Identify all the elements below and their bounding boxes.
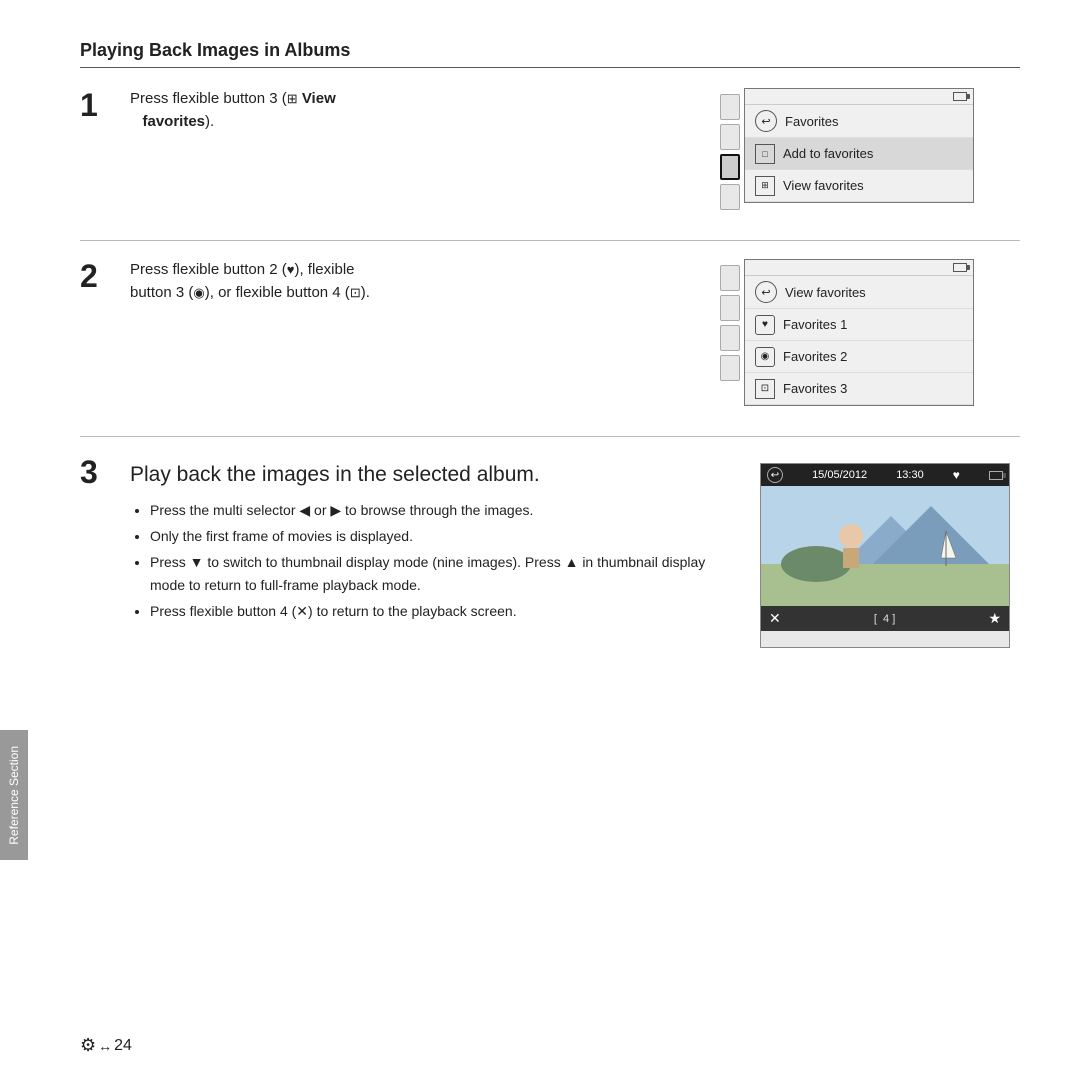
back-icon: ↩ xyxy=(755,110,777,132)
preview-battery xyxy=(989,471,1003,480)
lcd2-fav2-label: Favorites 2 xyxy=(783,349,847,364)
preview-header: ↩ 15/05/2012 13:30 ♥ xyxy=(761,464,1009,486)
footer-page-number: 24 xyxy=(114,1037,132,1055)
cam2-btn-3 xyxy=(720,325,740,351)
step-3: 3 Play back the images in the selected a… xyxy=(80,455,1020,648)
step-1-camera: ↩ Favorites □ Add to favorites ⊞ View fa… xyxy=(720,88,1020,210)
bullet-3-text: Press ▼ to switch to thumbnail display m… xyxy=(150,554,705,594)
bullet-1: Press the multi selector ◀ or ▶ to brows… xyxy=(150,499,740,523)
cam2-btn-4 xyxy=(720,355,740,381)
preview-frame-info: [ 4 ] xyxy=(874,613,895,625)
add-fav-icon: □ xyxy=(755,144,775,164)
cam-btn-3-active xyxy=(720,154,740,180)
step-1-content: Press flexible button 3 (⊞ View favorite… xyxy=(130,88,720,133)
bullet-4-text: Press flexible button 4 (✕) to return to… xyxy=(150,603,517,619)
step-2-lcd: ↩ View favorites ♥ Favorites 1 ◉ Favorit… xyxy=(744,259,974,406)
icon-fav4: ⊡ xyxy=(350,285,361,300)
page-title: Playing Back Images in Albums xyxy=(80,40,1020,61)
step-3-content: Play back the images in the selected alb… xyxy=(130,455,1020,648)
divider-1 xyxy=(80,240,1020,241)
step-2-content: Press flexible button 2 (♥), flexible bu… xyxy=(130,259,720,304)
step-1-number: 1 xyxy=(80,88,120,123)
lcd1-view-fav: ⊞ View favorites xyxy=(745,170,973,202)
bullet-4: Press flexible button 4 (✕) to return to… xyxy=(150,600,740,624)
step-2-buttons xyxy=(720,265,740,381)
step-2-text: Press flexible button 2 (♥), flexible bu… xyxy=(130,259,720,304)
bullet-1-text: Press the multi selector ◀ or ▶ to brows… xyxy=(150,502,533,518)
page-container: Reference Section Playing Back Images in… xyxy=(0,0,1080,1080)
lcd2-fav1-label: Favorites 1 xyxy=(783,317,847,332)
lcd1-back-item: ↩ Favorites xyxy=(745,105,973,138)
bullet-2-text: Only the first frame of movies is displa… xyxy=(150,528,413,544)
lcd2-back-item: ↩ View favorites xyxy=(745,276,973,309)
preview-fav-icon: ♥ xyxy=(953,468,960,482)
icon-circle-dot: ◉ xyxy=(193,285,204,300)
preview-svg xyxy=(761,486,1009,606)
icon-heart: ♥ xyxy=(287,262,295,277)
step-2: 2 Press flexible button 2 (♥), flexible … xyxy=(80,259,1020,406)
lcd2-fav1: ♥ Favorites 1 xyxy=(745,309,973,341)
cam-btn-1 xyxy=(720,94,740,120)
step-2-camera: ↩ View favorites ♥ Favorites 1 ◉ Favorit… xyxy=(720,259,1020,406)
step-1-text: Press flexible button 3 (⊞ View favorite… xyxy=(130,88,720,133)
step-3-left: Play back the images in the selected alb… xyxy=(130,463,760,626)
divider-2 xyxy=(80,436,1020,437)
lcd2-fav3-label: Favorites 3 xyxy=(783,381,847,396)
step-3-number: 3 xyxy=(80,455,120,490)
step-1-screen-area: ↩ Favorites □ Add to favorites ⊞ View fa… xyxy=(720,88,1020,210)
back-icon-2: ↩ xyxy=(755,281,777,303)
footer-arrow: ↔ xyxy=(98,1038,112,1054)
step-1-text-before: Press flexible button 3 ( xyxy=(130,90,287,107)
step-2-number: 2 xyxy=(80,259,120,294)
cam-btn-2 xyxy=(720,124,740,150)
lcd1-back-label: Favorites xyxy=(785,114,838,129)
step-3-preview: ↩ 15/05/2012 13:30 ♥ xyxy=(760,463,1010,648)
lcd1-add-fav: □ Add to favorites xyxy=(745,138,973,170)
view-fav-icon: ⊞ xyxy=(755,176,775,196)
preview-timestamp: 15/05/2012 xyxy=(812,469,867,481)
lcd2-fav2: ◉ Favorites 2 xyxy=(745,341,973,373)
fav2-icon: ◉ xyxy=(755,347,775,367)
lcd2-header xyxy=(745,260,973,276)
cam2-btn-2 xyxy=(720,295,740,321)
lcd1-header xyxy=(745,89,973,105)
step-1-icon: ⊞ xyxy=(287,91,298,106)
lcd1-view-label: View favorites xyxy=(783,178,864,193)
footer-icon: ⚙ xyxy=(80,1035,96,1056)
cam2-btn-1 xyxy=(720,265,740,291)
lcd2-fav3: ⊡ Favorites 3 xyxy=(745,373,973,405)
battery-icon-2 xyxy=(953,263,967,272)
step-3-title: Play back the images in the selected alb… xyxy=(130,463,740,487)
preview-time: 13:30 xyxy=(896,469,924,481)
reference-section-label: Reference Section xyxy=(7,746,21,845)
battery-icon xyxy=(953,92,967,101)
preview-footer: ✕ [ 4 ] ★ xyxy=(761,606,1009,631)
step-3-bullets: Press the multi selector ◀ or ▶ to brows… xyxy=(130,499,740,624)
fav1-icon: ♥ xyxy=(755,315,775,335)
bullet-3: Press ▼ to switch to thumbnail display m… xyxy=(150,551,740,599)
fav3-icon: ⊡ xyxy=(755,379,775,399)
step-1-lcd: ↩ Favorites □ Add to favorites ⊞ View fa… xyxy=(744,88,974,203)
reference-section-tab: Reference Section xyxy=(0,730,28,860)
page-footer: ⚙ ↔ 24 xyxy=(80,1035,132,1056)
step-1-buttons xyxy=(720,94,740,210)
step-3-row: Play back the images in the selected alb… xyxy=(130,463,1020,648)
lcd2-view-fav-label: View favorites xyxy=(785,285,866,300)
step-1-text-close: ). xyxy=(205,113,214,130)
top-divider xyxy=(80,67,1020,68)
preview-image xyxy=(761,486,1009,606)
preview-star-icon: ★ xyxy=(988,610,1001,627)
bullet-2: Only the first frame of movies is displa… xyxy=(150,525,740,549)
lcd1-add-label: Add to favorites xyxy=(783,146,873,161)
step-3-preview-area: ↩ 15/05/2012 13:30 ♥ xyxy=(760,463,1020,648)
step-2-screen-area: ↩ View favorites ♥ Favorites 1 ◉ Favorit… xyxy=(720,259,1020,406)
preview-back-btn: ↩ xyxy=(767,467,783,483)
preview-x-btn: ✕ xyxy=(769,610,781,627)
cam-btn-4 xyxy=(720,184,740,210)
step-1: 1 Press flexible button 3 (⊞ View favori… xyxy=(80,88,1020,210)
